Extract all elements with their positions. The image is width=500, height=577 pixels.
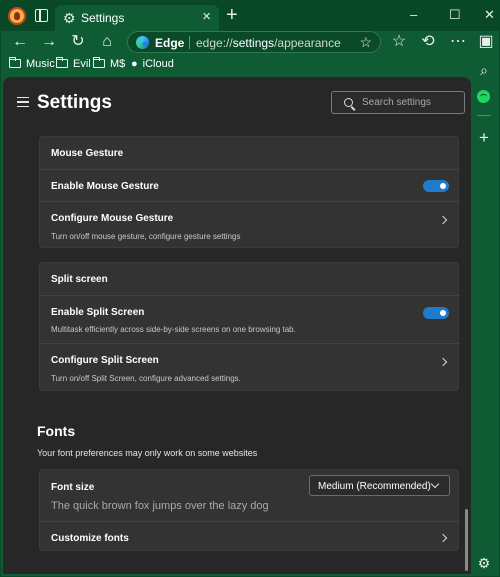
font-size-label: Font size — [51, 482, 95, 493]
home-icon[interactable]: ⌂ — [97, 32, 117, 52]
menu-icon[interactable] — [17, 97, 29, 107]
section-title: Split screen — [51, 274, 108, 285]
scrollbar-thumb[interactable] — [465, 509, 468, 571]
enable-split-screen-row[interactable]: Enable Split Screen Multitask efficientl… — [40, 295, 460, 343]
favorites-icon[interactable]: ☆ — [389, 32, 409, 52]
font-size-value: Medium (Recommended) — [318, 481, 431, 492]
spotify-icon[interactable] — [477, 90, 490, 103]
bookmark-ms[interactable]: M$ — [93, 57, 125, 70]
sidebar-divider — [477, 115, 491, 116]
configure-split-screen-label: Configure Split Screen — [51, 355, 159, 366]
address-site-label: Edge — [155, 36, 185, 50]
configure-mouse-gesture-desc: Turn on/off mouse gesture, configure ges… — [51, 232, 241, 241]
address-divider — [189, 36, 190, 49]
enable-mouse-gesture-label: Enable Mouse Gesture — [51, 181, 159, 192]
address-bar[interactable]: Edge edge://settings/appearance ☆ — [127, 31, 381, 53]
search-icon — [344, 98, 353, 107]
enable-split-screen-toggle[interactable] — [423, 307, 449, 319]
settings-page: Settings Search settings Mouse Gesture E… — [3, 77, 471, 574]
history-icon[interactable]: ⟲ — [418, 32, 438, 52]
navigation-toolbar: ← → ↻ ⌂ Edge edge://settings/appearance … — [1, 31, 500, 55]
enable-mouse-gesture-row[interactable]: Enable Mouse Gesture — [40, 169, 460, 201]
settings-header: Settings Search settings — [3, 77, 471, 129]
tab-settings[interactable]: ⚙ Settings × — [55, 5, 219, 31]
forward-icon[interactable]: → — [39, 32, 59, 52]
folder-icon — [9, 57, 21, 68]
customize-fonts-row[interactable]: Customize fonts — [40, 521, 460, 552]
bookmark-icloud[interactable]: ● iCloud — [131, 58, 174, 70]
font-size-row: Font size Medium (Recommended) The quick… — [40, 470, 460, 521]
font-sample-text: The quick brown fox jumps over the lazy … — [51, 500, 269, 512]
maximize-icon[interactable]: ☐ — [449, 7, 461, 23]
tab-actions-icon[interactable] — [35, 9, 48, 22]
customize-fonts-label: Customize fonts — [51, 533, 129, 544]
gear-icon: ⚙ — [63, 10, 76, 26]
title-bar: ⚙ Settings × + – ☐ ✕ — [1, 1, 500, 31]
enable-mouse-gesture-toggle[interactable] — [423, 180, 449, 192]
refresh-icon[interactable]: ↻ — [68, 32, 88, 52]
chevron-right-icon — [438, 215, 448, 225]
configure-mouse-gesture-row[interactable]: Configure Mouse Gesture Turn on/off mous… — [40, 201, 460, 249]
split-screen-card: Split screen Enable Split Screen Multita… — [39, 262, 460, 392]
browser-window: ⚙ Settings × + – ☐ ✕ ← → ↻ ⌂ Edge edge:/… — [0, 0, 500, 577]
more-menu-icon[interactable]: ⋯ — [448, 32, 468, 52]
add-sidebar-app-icon[interactable]: + — [476, 129, 492, 146]
address-url[interactable]: edge://settings/appearance — [196, 36, 341, 50]
configure-mouse-gesture-label: Configure Mouse Gesture — [51, 213, 174, 224]
minimize-icon[interactable]: – — [410, 7, 417, 23]
section-title: Mouse Gesture — [51, 148, 124, 159]
tab-title: Settings — [81, 11, 125, 25]
chevron-right-icon — [438, 533, 448, 543]
enable-split-screen-label: Enable Split Screen — [51, 307, 145, 318]
search-settings-input[interactable]: Search settings — [331, 91, 465, 114]
split-screen-section-header: Split screen — [40, 263, 460, 295]
edge-sidebar: ⌕ + ⚙ — [469, 57, 499, 577]
tab-close-icon[interactable]: × — [202, 9, 211, 25]
font-size-select[interactable]: Medium (Recommended) — [309, 475, 450, 496]
favorite-star-icon[interactable]: ☆ — [359, 34, 372, 51]
profile-avatar-icon[interactable] — [8, 7, 26, 25]
search-placeholder: Search settings — [362, 97, 431, 108]
bookmark-music[interactable]: Music — [9, 57, 55, 70]
apple-icon: ● — [131, 58, 138, 70]
folder-icon — [56, 57, 68, 68]
chevron-down-icon — [430, 479, 440, 489]
new-tab-icon[interactable]: + — [226, 5, 238, 25]
fonts-card: Font size Medium (Recommended) The quick… — [39, 469, 460, 552]
back-icon[interactable]: ← — [10, 32, 30, 52]
configure-split-screen-desc: Turn on/off Split Screen, configure adva… — [51, 374, 241, 383]
folder-icon — [93, 57, 105, 68]
fonts-description: Your font preferences may only work on s… — [37, 448, 258, 458]
bookmarks-bar: Music Evil M$ ● iCloud — [1, 57, 471, 75]
mouse-gesture-card: Mouse Gesture Enable Mouse Gesture Confi… — [39, 136, 460, 249]
page-title: Settings — [37, 92, 112, 113]
configure-split-screen-row[interactable]: Configure Split Screen Turn on/off Split… — [40, 343, 460, 392]
search-sidebar-icon[interactable]: ⌕ — [476, 62, 492, 78]
edge-logo-icon — [136, 36, 149, 49]
enable-split-screen-desc: Multitask efficiently across side-by-sid… — [51, 325, 296, 334]
close-icon[interactable]: ✕ — [484, 7, 495, 23]
chevron-right-icon — [438, 357, 448, 367]
bookmark-evil[interactable]: Evil — [56, 57, 91, 70]
sidebar-toggle-icon[interactable]: ▣ — [476, 32, 496, 52]
mouse-gesture-section-header: Mouse Gesture — [40, 137, 460, 169]
fonts-heading: Fonts — [37, 423, 76, 439]
sidebar-settings-icon[interactable]: ⚙ — [476, 555, 492, 571]
